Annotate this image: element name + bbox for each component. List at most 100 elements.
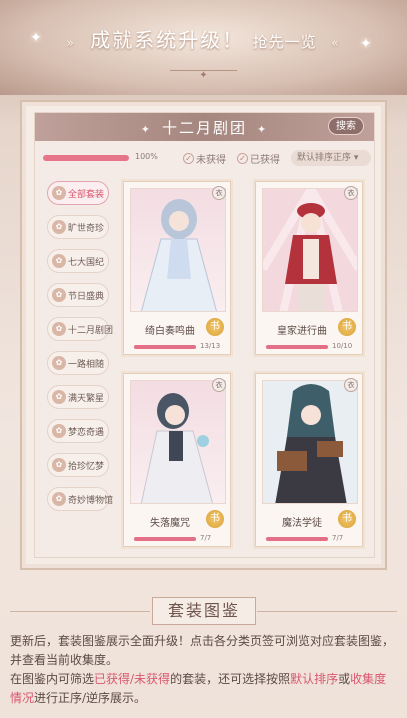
suit-artwork <box>262 188 358 312</box>
sidebar-item[interactable]: ✿ 一路相随 <box>47 351 109 375</box>
heart-icon: ✿ <box>52 356 66 370</box>
sidebar-item[interactable]: ✿ 奇妙博物馆 <box>47 487 113 511</box>
wardrobe-icon: 衣 <box>344 378 358 392</box>
suit-card[interactable]: 衣 魔法学徒 书 7/7 <box>255 373 363 547</box>
chevron-down-icon: ▾ <box>353 153 359 163</box>
progress-fill <box>43 155 129 161</box>
search-button[interactable]: 搜索 <box>328 117 364 135</box>
suit-card[interactable]: 衣 皇家进行曲 书 10/10 <box>255 181 363 355</box>
suit-progress-bar <box>266 345 328 349</box>
sidebar-item-label: 全部套装 <box>68 189 105 200</box>
suit-progress-bar <box>134 537 196 541</box>
chevron-left-icon: » <box>65 36 76 51</box>
section-title: 套装图鉴 <box>152 597 256 625</box>
suit-name: 绮白奏鸣曲 <box>145 326 195 337</box>
suit-card[interactable]: 衣 绮白奏鸣曲 书 13/13 <box>123 181 231 355</box>
headline: » 成就系统升级！ 抢先一览 « <box>0 24 407 53</box>
treasure-icon: ✿ <box>52 220 66 234</box>
museum-icon: ✿ <box>52 492 66 506</box>
suit-progress-bar <box>266 537 328 541</box>
filter-unobtained-label: 未获得 <box>196 155 226 166</box>
sidebar-item-label: 梦恋奇遇 <box>68 427 105 438</box>
suit-artwork <box>130 380 226 504</box>
description-line: 更新后，套装图鉴展示全面升级！点击各分类页签可浏览对应套装图鉴，并查看当前收集度… <box>10 634 395 667</box>
filter-obtained-label: 已获得 <box>250 155 280 166</box>
sidebar-item[interactable]: ✿ 拾珍忆梦 <box>47 453 109 477</box>
collection-progress-bar <box>43 155 129 161</box>
headline-sub: 抢先一览 <box>252 33 317 51</box>
sidebar-item[interactable]: ✿ 旷世奇珍 <box>47 215 109 239</box>
sidebar-item-label: 节日盛典 <box>68 291 105 302</box>
sidebar-item[interactable]: ✿ 节日盛典 <box>47 283 109 307</box>
festival-icon: ✿ <box>52 288 66 302</box>
set-icon: ✿ <box>52 186 66 200</box>
wardrobe-icon: 衣 <box>344 186 358 200</box>
sidebar-item[interactable]: ✿ 七大国纪 <box>47 249 109 273</box>
check-icon: ✓ <box>183 153 194 164</box>
chevron-right-icon: « <box>331 36 342 51</box>
suit-card[interactable]: 衣 失落魔咒 书 7/7 <box>123 373 231 547</box>
book-icon[interactable]: 书 <box>206 318 224 336</box>
book-icon[interactable]: 书 <box>338 510 356 528</box>
sidebar-item[interactable]: ✿ 全部套装 <box>47 181 109 205</box>
suit-name: 魔法学徒 <box>282 518 322 529</box>
sidebar-item-label: 七大国纪 <box>68 257 105 268</box>
check-icon: ✓ <box>237 153 248 164</box>
panel-title: ✦ 十二月剧团 ✦ <box>35 117 374 138</box>
sidebar-item-label: 旷世奇珍 <box>68 223 105 234</box>
star-icon: ✦ <box>257 123 269 136</box>
filter-unobtained[interactable]: ✓ 未获得 <box>183 151 226 166</box>
book-icon[interactable]: 书 <box>206 510 224 528</box>
sidebar-item-label: 十二月剧团 <box>68 325 114 336</box>
shell-icon: ✿ <box>52 458 66 472</box>
suit-artwork <box>262 380 358 504</box>
progress-row: 100% ✓ 未获得 ✓ 已获得 默认排序正序 ▾ <box>43 150 371 167</box>
suit-artwork <box>130 188 226 312</box>
sort-label: 默认排序正序 <box>297 153 352 163</box>
panel-header: ✦ 十二月剧团 ✦ 搜索 <box>35 113 374 141</box>
suit-progress-bar <box>134 345 196 349</box>
desc-highlight: 已获得/未获得 <box>94 672 171 686</box>
sidebar-item[interactable]: ✿ 梦恋奇遇 <box>47 419 109 443</box>
star-icon: ✦ <box>140 123 152 136</box>
suit-count: 13/13 <box>200 342 221 350</box>
description-line: 在图鉴内可筛选已获得/未获得的套装，还可选择按照默认排序或收集度情况进行正序/逆… <box>10 670 398 708</box>
sidebar-item-label: 拾珍忆梦 <box>68 461 105 472</box>
desc-text: 或 <box>338 672 351 686</box>
wardrobe-icon: 衣 <box>212 186 226 200</box>
desc-highlight: 默认排序 <box>290 672 339 686</box>
sidebar-item[interactable]: ✿ 十二月剧团 <box>47 317 113 341</box>
suit-count: 7/7 <box>200 534 212 542</box>
wardrobe-icon: 衣 <box>212 378 226 392</box>
divider-ornament: ✦ <box>170 70 237 81</box>
suit-name: 失落魔咒 <box>150 518 190 529</box>
desc-text: 在图鉴内可筛选 <box>10 672 95 686</box>
category-sidebar: ✿ 全部套装 ✿ 旷世奇珍 ✿ 七大国纪 ✿ 节日盛典 ✿ 十二月剧团 ✿ 一路相随 ✿ 满天繁星 ✿ 梦恋奇… <box>47 181 113 521</box>
sidebar-item-label: 满天繁星 <box>68 393 105 404</box>
star-icon: ✿ <box>52 390 66 404</box>
filter-obtained[interactable]: ✓ 已获得 <box>237 151 280 166</box>
dream-icon: ✿ <box>52 424 66 438</box>
description: 更新后，套装图鉴展示全面升级！点击各分类页签可浏览对应套装图鉴，并查看当前收集度… <box>10 632 398 708</box>
section-divider <box>257 611 397 612</box>
collection-panel: ✦ 十二月剧团 ✦ 搜索 100% ✓ 未获得 ✓ 已获得 默认排序正序 ▾ ✿ 全部… <box>34 112 375 558</box>
suit-count: 10/10 <box>332 342 353 350</box>
panel-title-text: 十二月剧团 <box>161 119 247 137</box>
theater-icon: ✿ <box>52 322 66 336</box>
section-divider <box>10 611 150 612</box>
progress-label: 100% <box>135 152 158 161</box>
suit-progress-fill <box>266 345 328 349</box>
collection-frame: ✦ 十二月剧团 ✦ 搜索 100% ✓ 未获得 ✓ 已获得 默认排序正序 ▾ ✿ 全部… <box>20 100 387 570</box>
sort-dropdown[interactable]: 默认排序正序 ▾ <box>291 150 371 166</box>
suit-progress-fill <box>134 537 196 541</box>
desc-text: 的套装，还可选择按照 <box>170 672 291 686</box>
book-icon[interactable]: 书 <box>338 318 356 336</box>
headline-main: 成就系统升级！ <box>90 28 245 52</box>
sidebar-item-label: 一路相随 <box>68 359 105 370</box>
sidebar-item[interactable]: ✿ 满天繁星 <box>47 385 109 409</box>
suit-name: 皇家进行曲 <box>277 326 327 337</box>
desc-text: 进行正序/逆序展示。 <box>34 691 147 705</box>
globe-icon: ✿ <box>52 254 66 268</box>
suit-progress-fill <box>134 345 196 349</box>
suit-progress-fill <box>266 537 328 541</box>
